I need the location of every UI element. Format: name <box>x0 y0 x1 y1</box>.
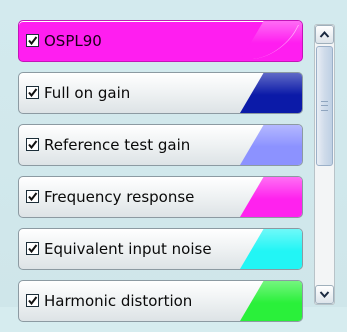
measurement-label: Reference test gain <box>44 136 191 154</box>
scroll-up-button[interactable] <box>315 25 334 44</box>
measurement-label: Frequency response <box>44 188 195 206</box>
checkmark-icon <box>28 296 38 306</box>
measurement-item[interactable]: Reference test gain <box>18 124 303 166</box>
scroll-thumb[interactable] <box>316 46 333 166</box>
checkbox[interactable] <box>26 86 39 99</box>
measurement-list: OSPL90 Full on gain Reference test gain Fre… <box>18 20 305 332</box>
checkbox[interactable] <box>26 190 39 203</box>
measurement-label: Equivalent input noise <box>44 240 212 258</box>
chevron-up-icon <box>319 30 330 38</box>
measurement-item[interactable]: Full on gain <box>18 72 303 114</box>
checkbox[interactable] <box>26 138 39 151</box>
color-swatch <box>240 177 302 217</box>
measurement-label: Harmonic distortion <box>44 292 193 310</box>
color-swatch <box>240 73 302 113</box>
checkmark-icon <box>28 244 38 254</box>
measurement-panel: OSPL90 Full on gain Reference test gain Fre… <box>0 0 347 322</box>
color-swatch <box>240 281 302 321</box>
color-swatch <box>240 21 302 61</box>
checkmark-icon <box>28 36 38 46</box>
checkbox[interactable] <box>26 294 39 307</box>
checkbox[interactable] <box>26 34 39 47</box>
chevron-down-icon <box>319 291 330 299</box>
grip-icon <box>321 101 328 111</box>
checkmark-icon <box>28 192 38 202</box>
checkmark-icon <box>28 140 38 150</box>
checkmark-icon <box>28 88 38 98</box>
measurement-item[interactable]: Frequency response <box>18 176 303 218</box>
color-swatch <box>240 229 302 269</box>
measurement-item[interactable]: Equivalent input noise <box>18 228 303 270</box>
measurement-label: OSPL90 <box>44 32 102 50</box>
checkbox[interactable] <box>26 242 39 255</box>
color-swatch <box>240 125 302 165</box>
measurement-label: Full on gain <box>44 84 131 102</box>
measurement-item[interactable]: OSPL90 <box>18 20 303 62</box>
vertical-scrollbar[interactable] <box>314 24 335 305</box>
scroll-down-button[interactable] <box>315 285 334 304</box>
measurement-item[interactable]: Harmonic distortion <box>18 280 303 322</box>
